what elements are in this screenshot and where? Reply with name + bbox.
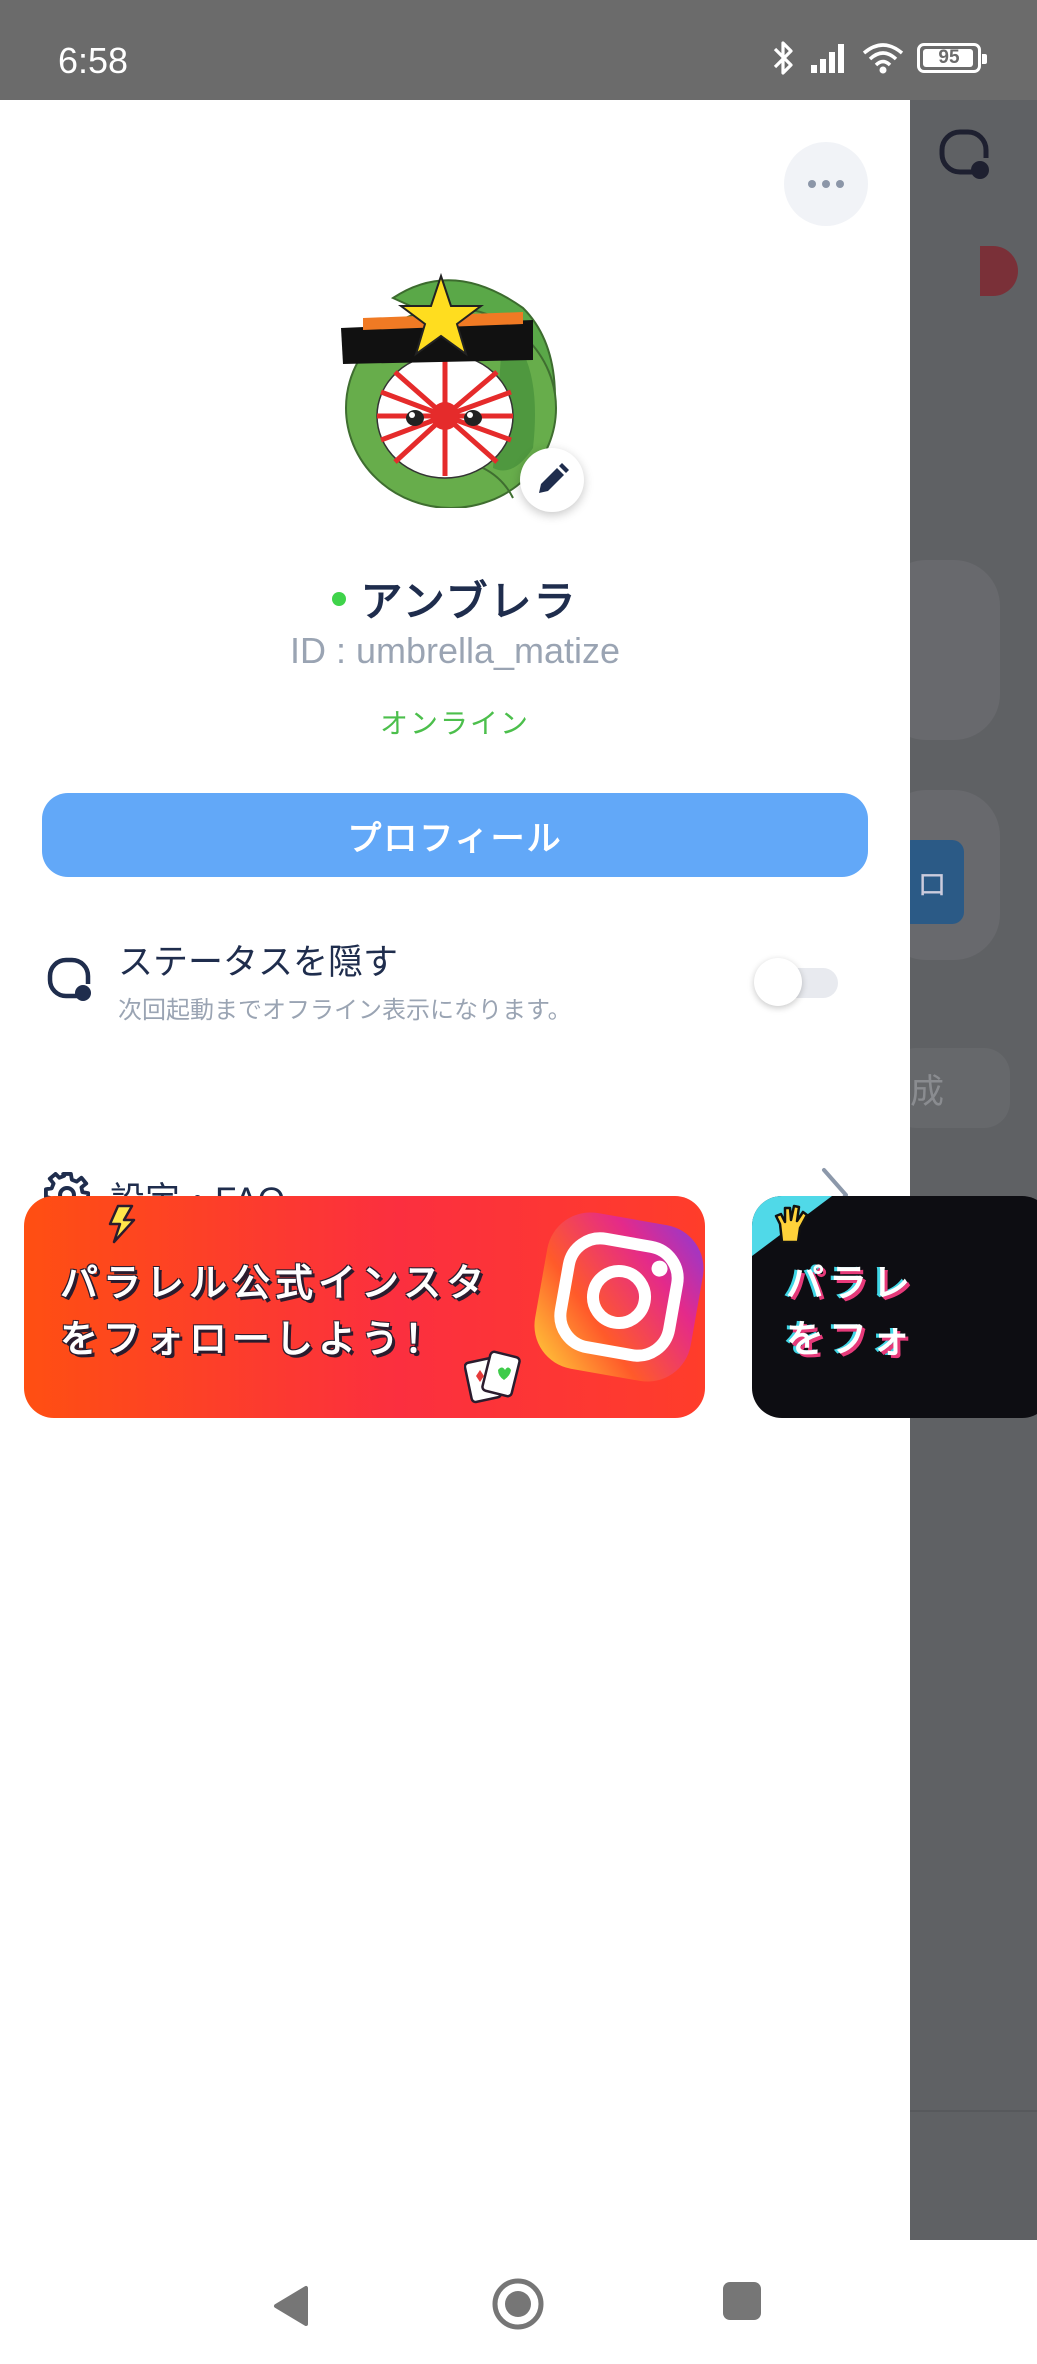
display-name: アンブレラ	[360, 578, 578, 625]
lightning-icon	[108, 1204, 136, 1244]
status-time: 6:58	[58, 40, 129, 81]
pencil-icon	[539, 463, 569, 493]
hide-status-description: 次回起動までオフライン表示になります。	[118, 997, 572, 1024]
status-toggle-icon	[939, 129, 989, 179]
system-nav-bar	[0, 2240, 1037, 2364]
instagram-follow-banner[interactable]: パラレル公式インスタ をフォローしよう！	[24, 1196, 705, 1418]
status-bar: 6:58 95	[0, 0, 1037, 100]
wifi-icon	[862, 43, 904, 74]
battery-indicator: 95	[917, 43, 987, 73]
background-screen: ロ 成	[910, 100, 1037, 2240]
hide-status-toggle[interactable]	[754, 958, 842, 1006]
more-options-button[interactable]	[784, 142, 868, 226]
edit-avatar-button[interactable]	[520, 448, 584, 512]
recents-icon[interactable]	[723, 2282, 761, 2320]
hide-status-title: ステータスを隠す	[118, 943, 399, 982]
playing-cards-icon	[464, 1350, 521, 1404]
background-button: ロ	[910, 840, 964, 924]
profile-button[interactable]: プロフィール	[42, 793, 868, 877]
banner-text: パラレ をフォ	[786, 1263, 916, 1361]
bluetooth-icon	[773, 41, 793, 75]
banner-text: パラレル公式インスタ をフォローしよう！	[60, 1263, 490, 1361]
online-indicator	[332, 591, 347, 606]
background-pill: 成	[910, 1048, 1010, 1128]
notification-badge	[980, 246, 1018, 296]
profile-name-row: アンブレラ	[0, 568, 910, 629]
status-icons: 95	[771, 38, 987, 78]
signal-icon	[811, 44, 844, 73]
back-icon[interactable]	[270, 2284, 310, 2328]
online-status-text: オンライン	[379, 708, 530, 739]
hide-status-row[interactable]: ステータスを隠す 次回起動までオフライン表示になります。	[42, 930, 868, 1030]
status-hide-icon	[47, 957, 91, 1001]
user-id: ID : umbrella_matize	[289, 630, 621, 671]
background-card	[910, 560, 1000, 740]
promo-banner-2[interactable]: パラレ をフォ	[752, 1196, 1037, 1418]
home-icon[interactable]	[490, 2276, 546, 2332]
instagram-icon	[534, 1212, 704, 1382]
hand-icon	[774, 1204, 809, 1244]
side-drawer: アンブレラ ID : umbrella_matize オンライン プロフィール …	[0, 100, 1037, 2240]
battery-level: 95	[938, 47, 960, 68]
